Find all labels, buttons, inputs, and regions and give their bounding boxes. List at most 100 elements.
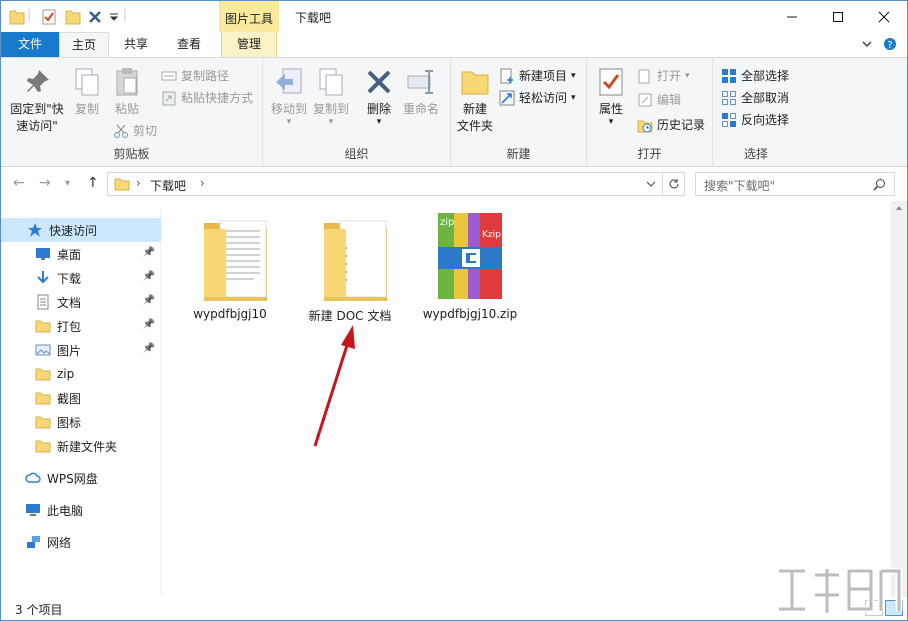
copy-path-button[interactable]: 复制路径 (161, 67, 229, 84)
properties-icon[interactable] (41, 8, 57, 26)
pin-icon[interactable]: 📌 (143, 319, 155, 330)
breadcrumb-current[interactable]: 下载吧 (150, 177, 186, 194)
pin-icon[interactable]: 📌 (143, 271, 155, 282)
new-folder-icon[interactable] (65, 8, 81, 26)
invert-selection-button[interactable]: 反向选择 (721, 111, 789, 128)
tab-manage[interactable]: 管理 (221, 32, 277, 57)
open-button[interactable]: 打开 ▾ (637, 67, 690, 84)
file-name: wypdfbjgj10.zip (422, 307, 518, 321)
sidebar-label: 下载 (57, 271, 82, 286)
pin-icon[interactable]: 📌 (143, 343, 155, 354)
sidebar-item[interactable]: 下载 📌 (1, 266, 161, 290)
expand-ribbon-icon[interactable] (861, 38, 873, 50)
customize-dropdown-icon[interactable] (109, 12, 119, 22)
move-to-button[interactable]: 移动到 ▾ (267, 66, 311, 127)
sidebar-item[interactable]: 图标 (1, 410, 161, 434)
paste-button[interactable]: 粘贴 (109, 66, 145, 118)
rename-label: 重命名 (402, 102, 439, 116)
tab-home[interactable]: 主页 (59, 32, 109, 58)
explorer-window: | | 图片工具 下载吧 文件 主页 共享 查看 管理 ? 固定到"快 速访问"… (0, 0, 908, 621)
sidebar-label: 网络 (47, 535, 72, 550)
back-arrow-icon[interactable]: ← (13, 175, 25, 191)
properties-label: 属性 (598, 102, 623, 116)
sidebar-item-this-pc[interactable]: 此电脑 (1, 498, 161, 522)
easy-access-button[interactable]: 轻松访问 ▾ (499, 89, 576, 106)
minimize-icon (787, 16, 797, 17)
pin-label-2: 速访问" (16, 119, 58, 133)
file-item-folder[interactable]: 新建 DOC 文档 (295, 207, 405, 324)
address-bar[interactable]: › 下载吧 › (107, 172, 663, 196)
item-count: 3 个项目 (15, 603, 63, 617)
file-item-folder[interactable]: wypdfbjgj10 (175, 207, 285, 321)
copy-to-button[interactable]: 复制到 ▾ (309, 66, 353, 127)
new-folder-button[interactable]: 新建 文件夹 (453, 66, 497, 135)
sidebar-item[interactable]: 打包 📌 (1, 314, 161, 338)
sidebar-label: 此电脑 (47, 503, 84, 518)
refresh-button[interactable] (663, 172, 685, 196)
address-row: ← → ▾ ↑ › 下载吧 › 搜索"下载吧" (1, 167, 907, 201)
svg-text:?: ? (887, 40, 892, 51)
breadcrumb-chevron-icon[interactable]: › (200, 176, 205, 190)
select-none-button[interactable]: 全部取消 (721, 89, 789, 106)
select-all-label: 全部选择 (741, 69, 790, 83)
tab-view[interactable]: 查看 (161, 32, 217, 57)
sidebar-item-quick-access[interactable]: 快速访问 (1, 218, 161, 242)
delete-button[interactable]: 删除 ▾ (359, 66, 399, 127)
tab-file[interactable]: 文件 (1, 32, 59, 57)
network-icon (27, 536, 40, 548)
tab-share[interactable]: 共享 (111, 32, 161, 57)
move-to-icon (276, 68, 302, 94)
maximize-button[interactable] (815, 1, 861, 32)
invert-selection-icon (722, 112, 736, 127)
select-all-icon (722, 68, 736, 83)
cut-button[interactable]: 剪切 (113, 122, 157, 139)
group-label-clipboard: 剪贴板 (113, 147, 150, 161)
pin-icon[interactable]: 📌 (143, 247, 155, 258)
paste-shortcut-button[interactable]: 粘贴快捷方式 (161, 89, 253, 106)
sidebar-item-wps[interactable]: WPS网盘 (1, 466, 161, 490)
file-item-zip[interactable]: zip Kzip wypdfbjgj10.zip (415, 207, 525, 321)
edit-icon (638, 93, 652, 106)
up-arrow-icon[interactable]: ↑ (87, 175, 99, 191)
sidebar-item[interactable]: 桌面 📌 (1, 242, 161, 266)
copy-button[interactable]: 复制 (69, 66, 105, 118)
easy-access-icon (499, 90, 515, 105)
computer-icon (26, 504, 40, 516)
rename-button[interactable]: 重命名 (399, 66, 443, 118)
vertical-scrollbar[interactable] (891, 201, 907, 597)
history-button[interactable]: 历史记录 (637, 116, 705, 133)
help-icon[interactable]: ? (883, 37, 897, 51)
sidebar-item[interactable]: 新建文件夹 (1, 434, 161, 458)
close-button[interactable] (861, 1, 907, 32)
recent-dropdown-icon[interactable]: ▾ (65, 178, 70, 189)
download-icon (37, 271, 49, 284)
paste-shortcut-label: 粘贴快捷方式 (181, 91, 254, 105)
pin-to-quick-access-button[interactable]: 固定到"快 速访问" (7, 66, 67, 135)
easy-access-label: 轻松访问 (519, 91, 568, 105)
delete-icon (367, 70, 391, 94)
group-clipboard: 固定到"快 速访问" 复制 粘贴 复制路径 粘贴快捷方式 剪切 剪贴板 (1, 58, 263, 166)
new-item-button[interactable]: 新建项目 ▾ (499, 67, 576, 84)
sidebar-item[interactable]: 文档 📌 (1, 290, 161, 314)
scrollbar-thumb[interactable] (894, 215, 904, 575)
minimize-button[interactable] (769, 1, 815, 32)
forward-arrow-icon[interactable]: → (39, 175, 51, 191)
scroll-up-icon[interactable] (895, 205, 903, 211)
edit-button[interactable]: 编辑 (637, 91, 681, 108)
maximize-icon (833, 11, 843, 22)
pin-icon[interactable]: 📌 (143, 295, 155, 306)
group-select: 全部选择 全部取消 反向选择 选择 (713, 58, 799, 166)
address-dropdown-icon[interactable] (646, 181, 656, 189)
search-input[interactable]: 搜索"下载吧" (695, 172, 895, 196)
properties-button[interactable]: 属性 ▾ (593, 66, 629, 127)
annotation-arrow (313, 325, 355, 447)
sidebar-item[interactable]: zip (1, 362, 161, 386)
select-all-button[interactable]: 全部选择 (721, 67, 789, 84)
undo-icon[interactable] (87, 8, 103, 26)
sidebar-item[interactable]: 图片 📌 (1, 338, 161, 362)
new-folder-icon (461, 71, 489, 95)
sidebar-item-network[interactable]: 网络 (1, 530, 161, 554)
sidebar-label: 文档 (57, 295, 82, 310)
properties-icon (599, 68, 623, 96)
sidebar-item[interactable]: 截图 (1, 386, 161, 410)
